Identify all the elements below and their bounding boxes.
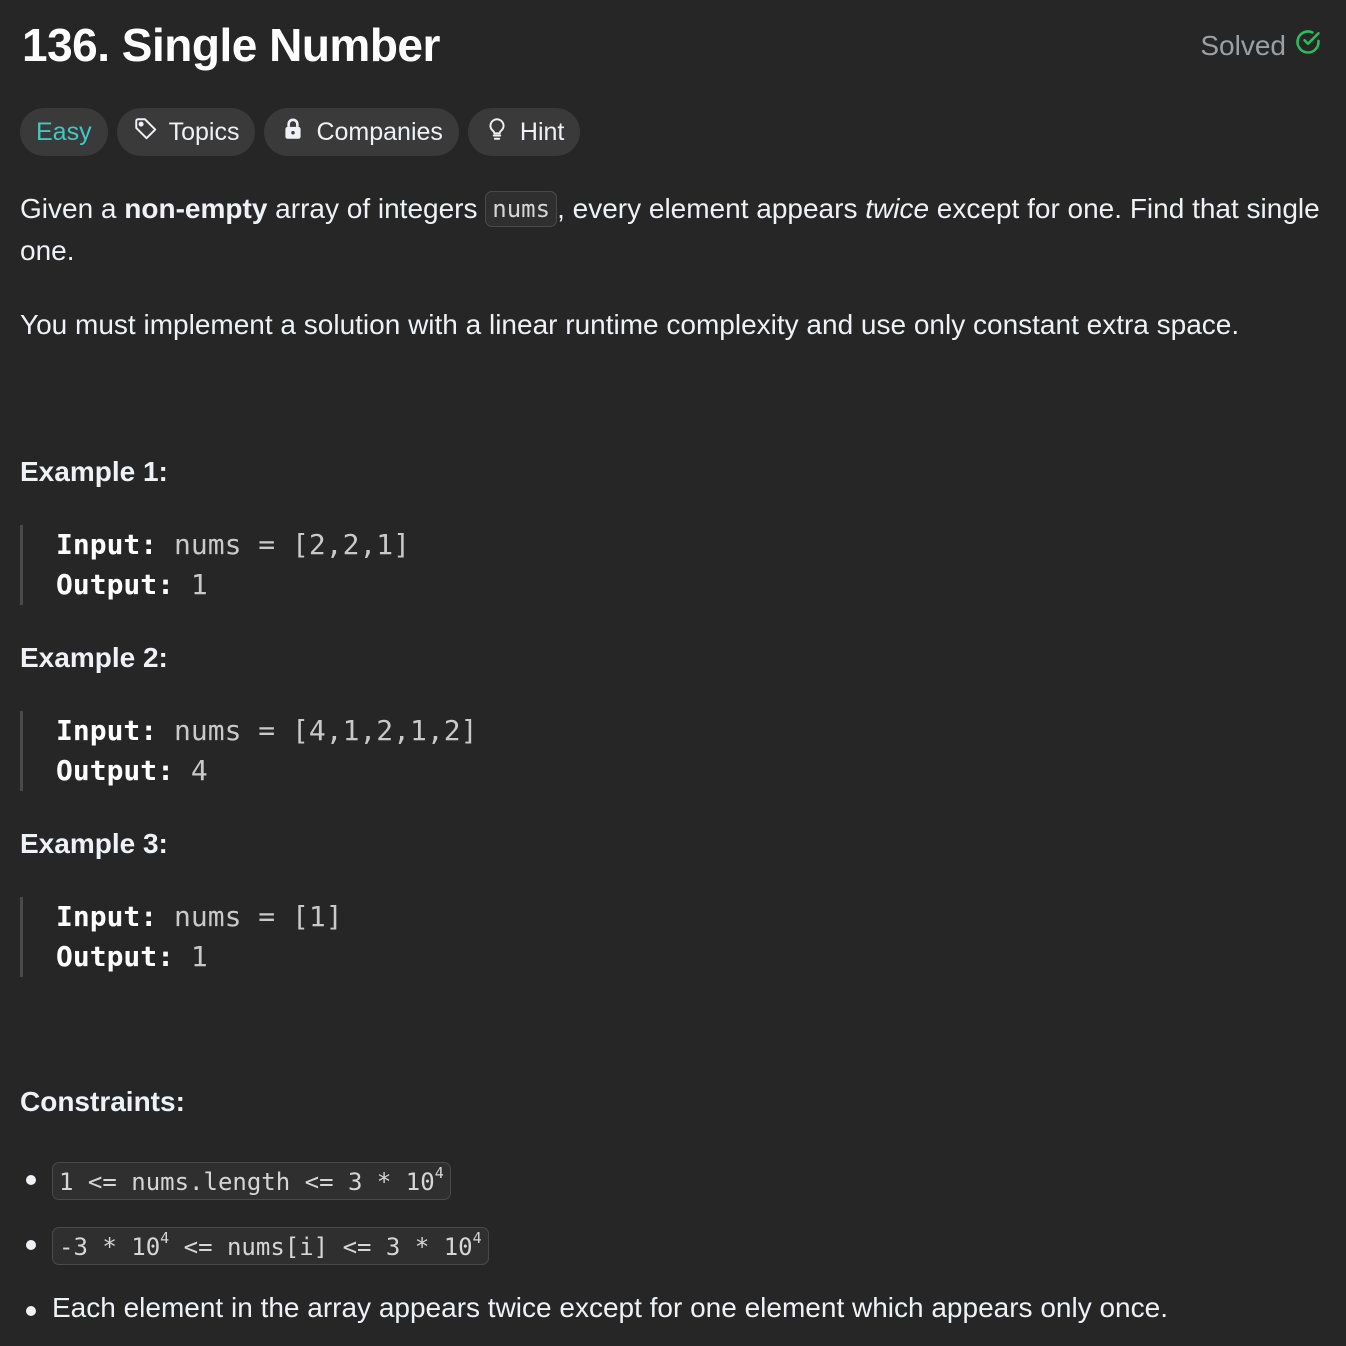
lightbulb-icon [484,116,510,149]
superscript: 4 [160,1229,170,1247]
example-3-block: Input: nums = [1] Output: 1 [20,897,343,977]
hint-label: Hint [519,117,565,146]
tag-icon [133,116,159,149]
topics-label: Topics [168,117,240,146]
input-label: Input: [56,900,158,933]
check-circle-icon [1294,28,1322,63]
constraint-text: 1 <= nums.length <= 3 * 10 [59,1168,435,1196]
output-value: 1 [190,568,208,601]
superscript: 4 [472,1229,482,1247]
constraint-2: -3 * 104 <= nums[i] <= 3 * 104 [52,1227,489,1265]
difficulty-badge[interactable]: Easy [20,108,108,156]
bullet-icon [26,1306,36,1316]
output-label: Output: [56,568,175,601]
superscript: 4 [434,1164,444,1182]
constraint-text: <= nums[i] <= 3 * 10 [169,1233,473,1261]
input-value: nums = [2,2,1] [174,528,411,561]
desc-italic: twice [865,193,930,224]
example-3-title: Example 3: [20,828,168,859]
desc-text: , every element appears [557,193,866,224]
output-label: Output: [56,940,175,973]
example-output-line: Output: 1 [56,565,410,605]
companies-label: Companies [316,117,443,146]
example-1-block: Input: nums = [2,2,1] Output: 1 [20,525,410,605]
bullet-icon [26,1175,36,1185]
solved-status: Solved [1200,28,1322,63]
example-2-title: Example 2: [20,642,168,673]
difficulty-label: Easy [36,117,92,146]
example-output-line: Output: 4 [56,751,477,791]
example-input-line: Input: nums = [2,2,1] [56,525,410,565]
example-1-title: Example 1: [20,456,168,487]
constraints-title: Constraints: [20,1086,185,1117]
solved-label: Solved [1200,29,1286,61]
desc-text: Given a [20,193,125,224]
output-label: Output: [56,754,175,787]
lock-icon [280,116,306,149]
example-2-block: Input: nums = [4,1,2,1,2] Output: 4 [20,711,477,791]
input-value: nums = [4,1,2,1,2] [174,714,478,747]
desc-bold: non-empty [124,193,268,224]
topics-button[interactable]: Topics [116,108,256,156]
bullet-icon [26,1240,36,1250]
constraint-1: 1 <= nums.length <= 3 * 104 [52,1162,451,1200]
example-input-line: Input: nums = [4,1,2,1,2] [56,711,477,751]
input-value: nums = [1] [174,900,343,933]
example-input-line: Input: nums = [1] [56,897,343,937]
companies-button[interactable]: Companies [264,108,459,156]
problem-title: 136. Single Number [22,19,440,71]
constraint-3: Each element in the array appears twice … [52,1292,1168,1323]
hint-button[interactable]: Hint [467,108,581,156]
input-label: Input: [56,528,158,561]
output-value: 4 [190,754,208,787]
inline-code: nums [485,191,558,227]
constraint-text: -3 * 10 [59,1233,161,1261]
tag-row: Easy Topics Companies Hint [20,108,581,156]
description-paragraph: Given a non-empty array of integers nums… [20,188,1320,272]
desc-text: array of integers [267,193,486,224]
example-output-line: Output: 1 [56,937,343,977]
output-value: 1 [190,940,208,973]
input-label: Input: [56,714,158,747]
requirement-paragraph: You must implement a solution with a lin… [20,309,1240,340]
